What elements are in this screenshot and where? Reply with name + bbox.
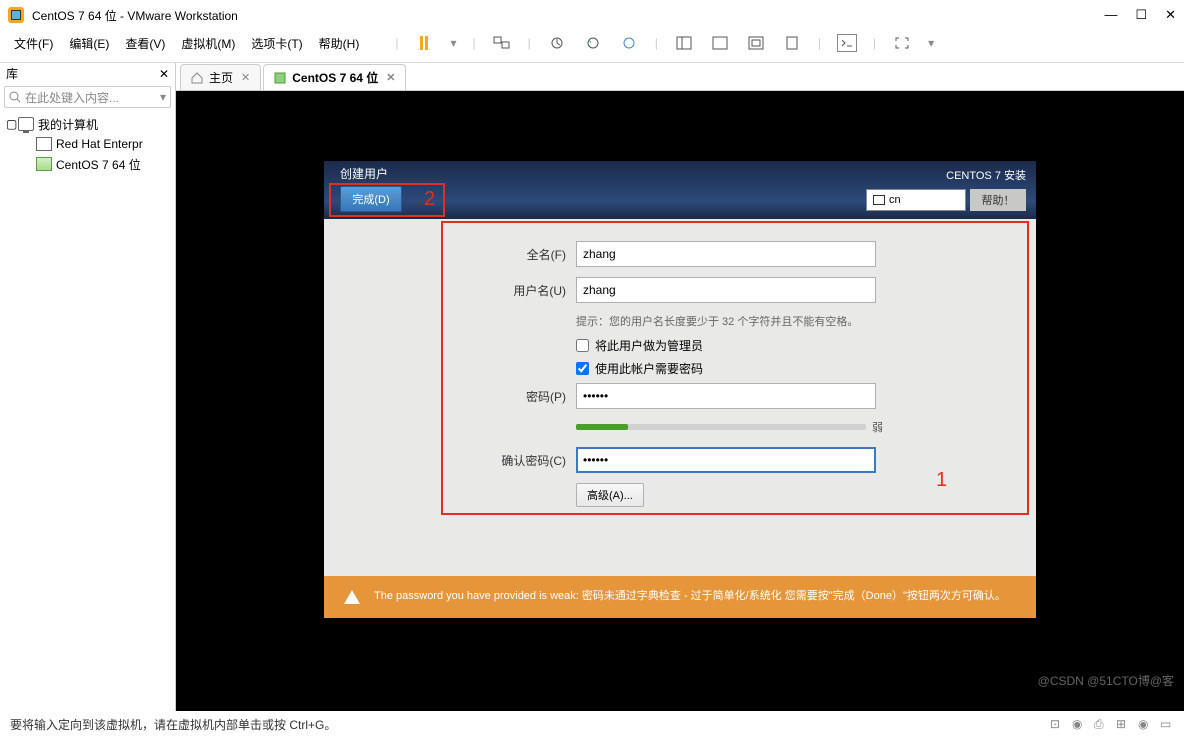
installer-subtitle: CENTOS 7 安装: [866, 167, 1026, 183]
watermark: @CSDN @51CTO博@客: [1038, 672, 1174, 689]
tree-item-centos[interactable]: CentOS 7 64 位: [6, 154, 169, 174]
library-sidebar: 库 ✕ 在此处键入内容... ▾ ▢我的计算机 Red Hat Enterpr …: [0, 63, 176, 711]
content-area: 主页 ✕ CentOS 7 64 位 ✕ 创建用户 完成(D) CENTOS 7…: [176, 63, 1184, 711]
minimize-button[interactable]: —: [1104, 7, 1117, 23]
status-text: 要将输入定向到该虚拟机，请在虚拟机内部单击或按 Ctrl+G。: [10, 716, 336, 733]
pause-button[interactable]: [414, 34, 434, 52]
keyboard-layout[interactable]: cn: [866, 189, 966, 211]
tab-home-close[interactable]: ✕: [241, 71, 250, 84]
library-close[interactable]: ✕: [159, 67, 169, 81]
layout-2[interactable]: [710, 34, 730, 52]
vm-screen[interactable]: 创建用户 完成(D) CENTOS 7 安装 cn 帮助！ 2 1: [176, 91, 1184, 711]
device-icon[interactable]: ⎙: [1094, 717, 1108, 731]
tab-centos-close[interactable]: ✕: [386, 71, 395, 84]
menu-help[interactable]: 帮助(H): [319, 35, 360, 52]
warning-bar: The password you have provided is weak: …: [324, 576, 1036, 618]
menu-view[interactable]: 查看(V): [125, 35, 165, 52]
library-search[interactable]: 在此处键入内容... ▾: [4, 86, 171, 108]
tab-centos[interactable]: CentOS 7 64 位 ✕: [263, 64, 406, 90]
tab-home[interactable]: 主页 ✕: [180, 64, 261, 90]
menu-file[interactable]: 文件(F): [14, 35, 53, 52]
workspace: 库 ✕ 在此处键入内容... ▾ ▢我的计算机 Red Hat Enterpr …: [0, 63, 1184, 711]
console-icon[interactable]: [837, 34, 857, 52]
tab-bar: 主页 ✕ CentOS 7 64 位 ✕: [176, 63, 1184, 91]
device-icon[interactable]: ◉: [1138, 717, 1152, 731]
close-button[interactable]: ✕: [1165, 7, 1176, 23]
device-icon[interactable]: ◉: [1072, 717, 1086, 731]
toolbar-send-key[interactable]: [492, 34, 512, 52]
menubar: 文件(F) 编辑(E) 查看(V) 虚拟机(M) 选项卡(T) 帮助(H) | …: [0, 30, 1184, 56]
layout-1[interactable]: [674, 34, 694, 52]
help-button[interactable]: 帮助！: [970, 189, 1026, 211]
annotation-2: 2: [424, 188, 435, 211]
revert-icon[interactable]: [583, 34, 603, 52]
search-placeholder: 在此处键入内容...: [25, 89, 119, 106]
tree-root[interactable]: ▢我的计算机: [6, 114, 169, 134]
installer-title: 创建用户: [340, 165, 402, 182]
manage-icon[interactable]: [619, 34, 639, 52]
warning-text: The password you have provided is weak: …: [374, 589, 1006, 604]
menu-tabs[interactable]: 选项卡(T): [251, 35, 302, 52]
fullscreen-icon[interactable]: [892, 34, 912, 52]
tree-item-redhat[interactable]: Red Hat Enterpr: [6, 134, 169, 154]
annotation-1: 1: [936, 469, 947, 492]
layout-4[interactable]: [782, 34, 802, 52]
warning-icon: [344, 590, 360, 604]
window-titlebar: CentOS 7 64 位 - VMware Workstation — ☐ ✕: [0, 0, 1184, 30]
window-title: CentOS 7 64 位 - VMware Workstation: [32, 7, 238, 24]
snapshot-icon[interactable]: [547, 34, 567, 52]
device-icon[interactable]: ⊡: [1050, 717, 1064, 731]
sidebar-scrollbar[interactable]: [0, 693, 175, 711]
device-icon[interactable]: ▭: [1160, 717, 1174, 731]
status-bar: 要将输入定向到该虚拟机，请在虚拟机内部单击或按 Ctrl+G。 ⊡ ◉ ⎙ ⊞ …: [0, 711, 1184, 737]
status-icons: ⊡ ◉ ⎙ ⊞ ◉ ▭: [1050, 717, 1174, 731]
menu-edit[interactable]: 编辑(E): [69, 35, 109, 52]
library-tree: ▢我的计算机 Red Hat Enterpr CentOS 7 64 位: [0, 110, 175, 693]
library-title: 库: [6, 65, 18, 82]
layout-3[interactable]: [746, 34, 766, 52]
maximize-button[interactable]: ☐: [1135, 7, 1147, 23]
menu-vm[interactable]: 虚拟机(M): [181, 35, 235, 52]
vmware-icon: [8, 7, 24, 23]
centos-installer: 创建用户 完成(D) CENTOS 7 安装 cn 帮助！ 2 1: [324, 161, 1036, 618]
window-controls: — ☐ ✕: [1104, 7, 1176, 23]
device-icon[interactable]: ⊞: [1116, 717, 1130, 731]
